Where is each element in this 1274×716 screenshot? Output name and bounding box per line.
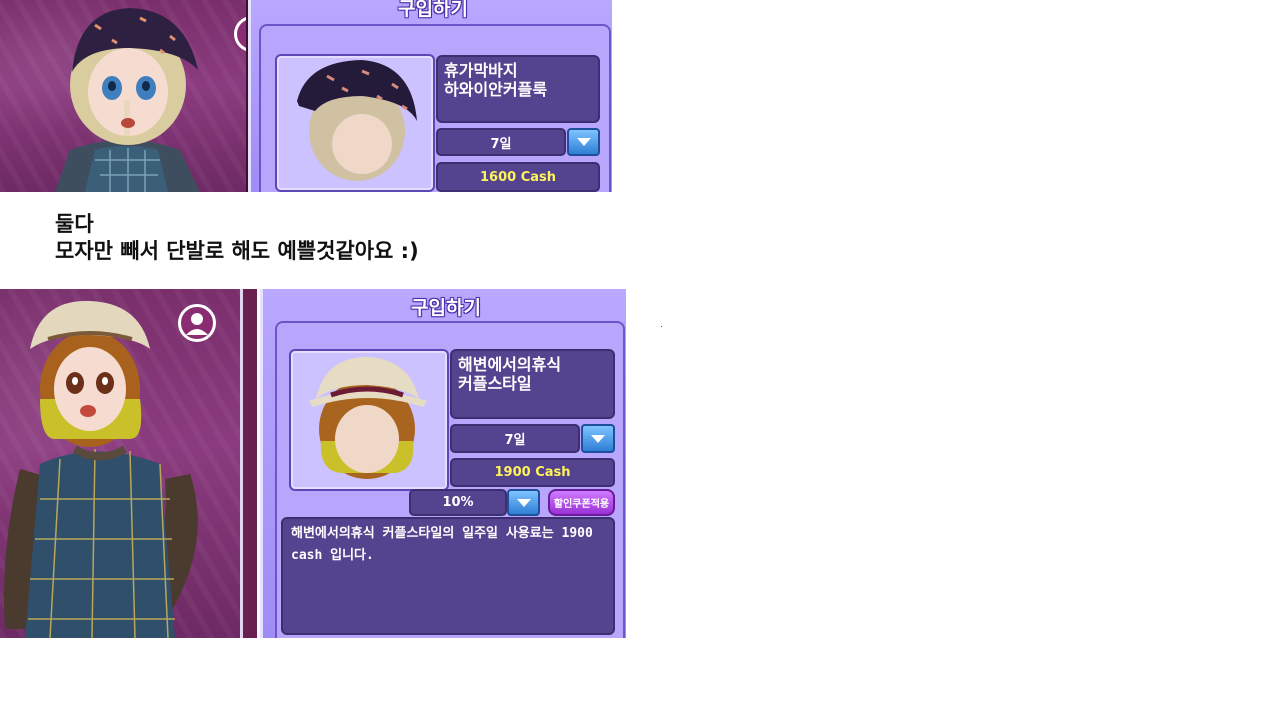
purchase-panel: 구입하기 휴가막바지 하와이안커플룩 7일 1600 Cash (248, 0, 612, 192)
apply-coupon-button[interactable]: 할인쿠폰적용 (548, 489, 615, 516)
character-preview (0, 0, 246, 192)
duration-select[interactable]: 7일 (436, 128, 566, 156)
duration-select[interactable]: 7일 (450, 424, 580, 453)
hat-hair-item-image (297, 60, 417, 181)
panel-separator (240, 289, 260, 638)
panel-title: 구입하기 (411, 297, 481, 319)
character-preview (0, 289, 240, 638)
duration-dropdown-button[interactable] (567, 128, 600, 156)
duration-dropdown-button[interactable] (581, 424, 615, 453)
duration-value: 7일 (504, 433, 526, 448)
item-image-frame (275, 54, 435, 192)
purchase-panel: 구입하기 해변에서의휴식 커플스타일 7일 1900 Cash 10% 할인쿠폰… (260, 289, 626, 638)
caption-line-2: 모자만 빼서 단발로 해도 예쁠것같아요 :) (55, 239, 419, 263)
dropdown-arrow-icon (576, 138, 591, 146)
user-avatar-icon[interactable] (178, 304, 216, 342)
panel-title: 구입하기 (398, 0, 468, 20)
character-illustration (4, 300, 198, 638)
character-illustration (55, 8, 200, 192)
person-silhouette-icon (186, 313, 208, 335)
discount-dropdown-button[interactable] (507, 489, 540, 516)
stray-dot (661, 326, 662, 327)
item-description: 해변에서의휴식 커플스타일의 일주일 사용료는 1900 cash 입니다. (281, 517, 615, 635)
discount-value: 10% (442, 495, 474, 510)
hat-hair-item-image (309, 357, 427, 479)
price-value: 1600 Cash (479, 169, 556, 185)
caption-text: 둘다 모자만 빼서 단발로 해도 예쁠것같아요 :) (55, 211, 419, 265)
screenshot-bottom: 구입하기 해변에서의휴식 커플스타일 7일 1900 Cash 10% 할인쿠폰… (0, 289, 626, 638)
dropdown-arrow-icon (516, 498, 531, 507)
price-display: 1900 Cash (450, 458, 615, 487)
item-name: 휴가막바지 하와이안커플룩 (436, 55, 600, 123)
screenshot-top: 구입하기 휴가막바지 하와이안커플룩 7일 1600 Cash (0, 0, 612, 192)
price-display: 1600 Cash (436, 162, 600, 192)
item-name: 해변에서의휴식 커플스타일 (450, 349, 615, 419)
price-value: 1900 Cash (494, 465, 571, 480)
dropdown-arrow-icon (591, 434, 605, 443)
duration-value: 7일 (490, 136, 512, 152)
item-image-frame (289, 349, 449, 491)
discount-select[interactable]: 10% (409, 489, 507, 516)
caption-line-1: 둘다 (55, 212, 94, 236)
